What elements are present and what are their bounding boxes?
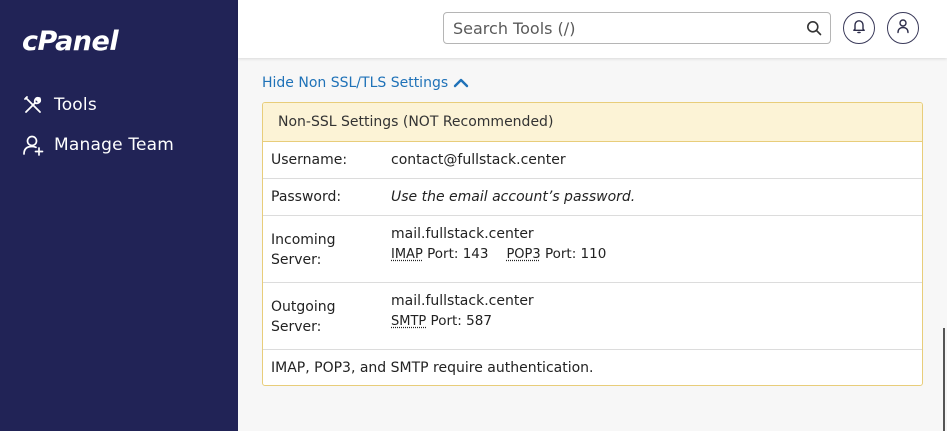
sidebar: cPanel Tools Manage Team xyxy=(0,0,238,431)
incoming-server-label: Incoming Server: xyxy=(271,230,371,270)
incoming-server-row: Incoming Server: mail.fullstack.center I… xyxy=(263,216,922,283)
sidebar-item-manage-team[interactable]: Manage Team xyxy=(22,133,174,157)
outgoing-server-value: mail.fullstack.center SMTP Port: 587 xyxy=(391,291,534,332)
pop3-port: Port: 110 xyxy=(544,246,607,262)
outgoing-server-label: Outgoing Server: xyxy=(271,297,371,337)
pop3-abbr: POP3 xyxy=(506,247,541,262)
sidebar-item-tools[interactable]: Tools xyxy=(22,93,97,117)
search-input[interactable] xyxy=(444,14,794,42)
tools-icon xyxy=(22,94,44,116)
user-icon xyxy=(896,18,910,38)
username-label: Username: xyxy=(271,152,348,168)
user-add-icon xyxy=(22,134,44,156)
non-ssl-settings-panel: Non-SSL Settings (NOT Recommended) Usern… xyxy=(262,102,923,386)
search-box xyxy=(443,12,831,44)
bell-icon xyxy=(852,18,866,38)
password-row: Password: Use the email account’s passwo… xyxy=(263,179,922,216)
incoming-server-value: mail.fullstack.center IMAP Port: 143 POP3… xyxy=(391,224,606,265)
scrollbar[interactable] xyxy=(943,328,945,431)
outgoing-server-row: Outgoing Server: mail.fullstack.center S… xyxy=(263,283,922,350)
password-value: Use the email account’s password. xyxy=(391,189,636,205)
hide-non-ssl-settings-link[interactable]: Hide Non SSL/TLS Settings xyxy=(262,75,470,91)
sidebar-item-label: Manage Team xyxy=(54,135,175,155)
chevron-up-icon xyxy=(452,76,470,90)
panel-title: Non-SSL Settings (NOT Recommended) xyxy=(263,103,922,142)
smtp-abbr: SMTP xyxy=(391,314,427,329)
imap-abbr: IMAP xyxy=(391,247,423,262)
username-value: contact@fullstack.center xyxy=(391,152,566,168)
outgoing-label-line1: Outgoing xyxy=(271,299,336,315)
account-button[interactable] xyxy=(887,12,919,44)
notifications-button[interactable] xyxy=(843,12,875,44)
outgoing-label-line2: Server: xyxy=(271,319,322,335)
outgoing-host: mail.fullstack.center xyxy=(391,293,534,309)
imap-port: Port: 143 xyxy=(427,246,489,262)
incoming-host: mail.fullstack.center xyxy=(391,226,534,242)
sidebar-item-label: Tools xyxy=(54,95,97,115)
auth-note: IMAP, POP3, and SMTP require authenticat… xyxy=(271,360,594,376)
search-icon[interactable] xyxy=(806,20,822,36)
smtp-port: Port: 587 xyxy=(430,313,492,329)
incoming-label-line2: Server: xyxy=(271,252,322,268)
toggle-label: Hide Non SSL/TLS Settings xyxy=(262,75,449,91)
cpanel-logo[interactable]: cPanel xyxy=(22,26,119,57)
auth-note-row: IMAP, POP3, and SMTP require authenticat… xyxy=(263,350,922,385)
topbar xyxy=(238,0,947,58)
username-row: Username: contact@fullstack.center xyxy=(263,142,922,179)
password-label: Password: xyxy=(271,189,342,205)
incoming-label-line1: Incoming xyxy=(271,232,336,248)
